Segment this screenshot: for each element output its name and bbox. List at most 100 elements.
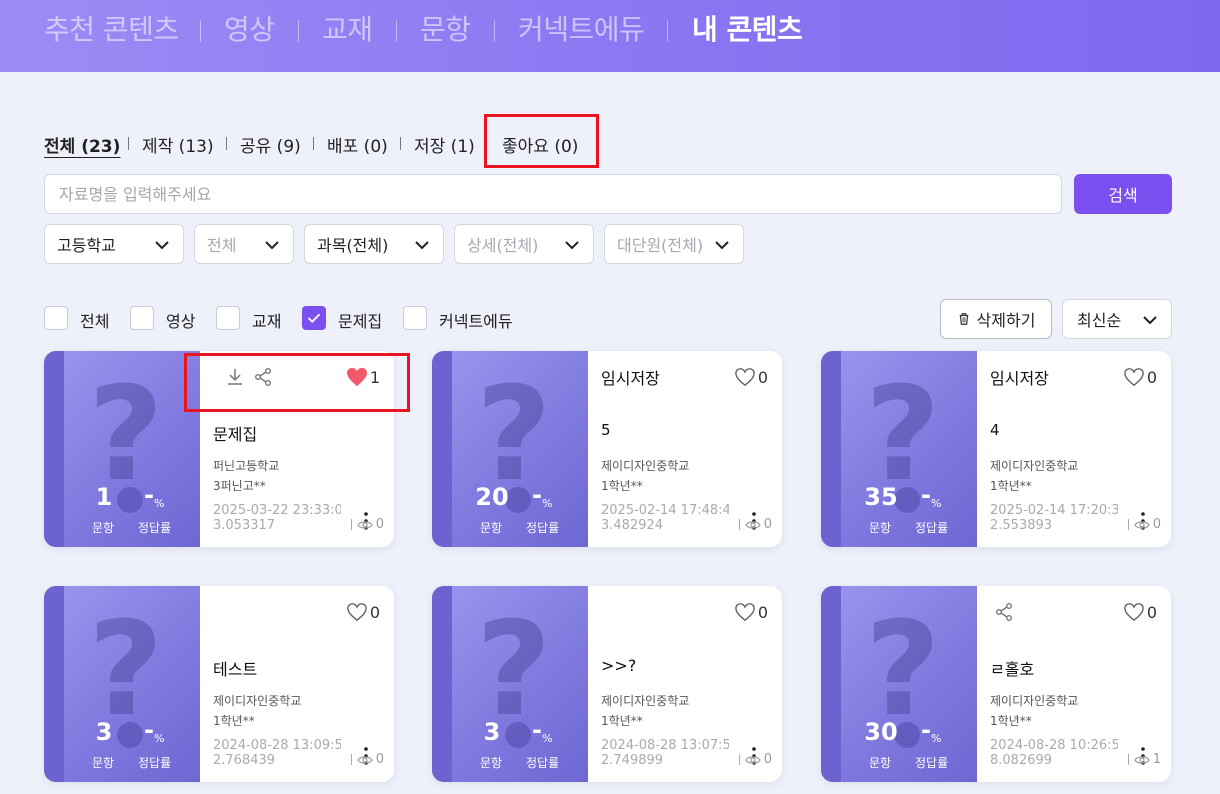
nav-divider — [298, 20, 299, 42]
card-date-fraction: 2.553893 — [990, 518, 1053, 533]
correct-rate: - — [144, 481, 154, 509]
card-title[interactable]: 테스트 — [213, 656, 257, 680]
book-spine — [821, 586, 841, 782]
check-icon — [307, 313, 321, 323]
card-cover[interactable]: ? 1 -% 문항 정답률 — [44, 351, 200, 547]
book-spine — [44, 351, 64, 547]
card-title[interactable]: 문제집 — [213, 421, 257, 445]
unit-select[interactable]: 대단원(전체) — [604, 224, 744, 264]
divider — [738, 754, 740, 765]
view-count-value: 0 — [375, 517, 384, 532]
detail-select[interactable]: 상세(전체) — [454, 224, 594, 264]
card-title[interactable]: 임시저장 — [990, 365, 1049, 389]
checkbox-textbook[interactable] — [216, 306, 240, 330]
school-level-select[interactable]: 고등학교 — [44, 224, 184, 264]
card-date-fraction: 2.768439 — [213, 753, 276, 768]
card-cover[interactable]: ? 3 -% 문항 정답률 — [44, 586, 200, 782]
nav-item-recommended[interactable]: 추천 콘텐츠 — [44, 8, 179, 48]
top-nav: 추천 콘텐츠 영상 교재 문항 커넥트에듀 내 콘텐츠 — [0, 0, 1220, 72]
checkbox-connectedu[interactable] — [403, 306, 427, 330]
question-count: 30 — [864, 718, 898, 746]
highlight-box — [484, 114, 599, 168]
card-date: 2025-02-14 17:20:3 — [990, 503, 1118, 518]
nav-item-my-content[interactable]: 내 콘텐츠 — [692, 8, 803, 48]
card-title[interactable]: >>? — [601, 656, 636, 675]
view-count: 0 — [350, 517, 384, 532]
like-button[interactable]: 0 — [734, 602, 768, 622]
correct-rate-label: 정답률 — [138, 521, 172, 535]
card-info: 0 ㄹ홀호 제이디자인중학교 1학년** 2024-08-28 10:26:5 8.082… — [989, 586, 1171, 782]
trash-icon — [959, 313, 968, 325]
percent-sign: % — [154, 497, 165, 510]
percent-sign: % — [542, 732, 553, 745]
book-spine — [821, 351, 841, 547]
content-card[interactable]: ? 20-% 문항 정답률 0 임시저장 5 제이디자인중학교 1학년** 2025-02-14 … — [432, 351, 782, 547]
correct-rate: - — [144, 716, 154, 744]
heart-outline-icon — [734, 603, 755, 622]
card-info: 0 테스트 제이디자인중학교 1학년** 2024-08-28 13:09:5 2.768… — [212, 586, 394, 782]
checkbox-workbook[interactable] — [302, 306, 326, 330]
card-grade: 1학년** — [990, 714, 1032, 728]
content-card[interactable]: ? 30-% 문항 정답률 0 ㄹ홀호 제이디자인중학교 1학년** 2024-08-28 10… — [821, 586, 1171, 782]
view-count: 0 — [1127, 517, 1161, 532]
nav-item-textbook[interactable]: 교재 — [322, 8, 373, 48]
chevron-down-icon — [155, 241, 169, 250]
correct-rate-label: 정답률 — [915, 756, 949, 770]
placeholder-question-icon: ? — [476, 593, 552, 745]
like-button[interactable]: 0 — [346, 602, 380, 622]
nav-item-connectedu[interactable]: 커넥트에듀 — [518, 8, 645, 48]
like-button[interactable]: 0 — [1123, 367, 1157, 387]
content-card[interactable]: ? 3 -% 문항 정답률 0 테스트 제이디자인중학교 1학년** 2024-08-28 13:… — [44, 586, 394, 782]
card-subtitle: 4 — [990, 421, 1000, 439]
nav-item-questions[interactable]: 문항 — [420, 8, 471, 48]
grade-select[interactable]: 전체 — [194, 224, 294, 264]
highlight-box — [184, 353, 410, 412]
tab-distributed[interactable]: 배포 (0) — [327, 132, 388, 157]
checkbox-all[interactable] — [44, 306, 68, 330]
nav-item-video[interactable]: 영상 — [224, 8, 275, 48]
like-button[interactable]: 0 — [1123, 602, 1157, 622]
card-school: 제이디자인중학교 — [990, 459, 1079, 473]
like-button[interactable]: 0 — [734, 367, 768, 387]
content-card[interactable]: ? 3 -% 문항 정답률 0 >>? 제이디자인중학교 1학년** 2024-08-28 13:… — [432, 586, 782, 782]
tab-shared[interactable]: 공유 (9) — [240, 132, 301, 157]
card-title[interactable]: ㄹ홀호 — [990, 656, 1034, 680]
chevron-down-icon — [715, 241, 729, 250]
placeholder-question-icon: ? — [865, 593, 941, 745]
book-spine — [432, 351, 452, 547]
view-count: 1 — [1127, 752, 1161, 767]
nav-divider — [200, 20, 201, 42]
subject-select[interactable]: 과목(전체) — [304, 224, 444, 264]
card-cover[interactable]: ? 3 -% 문항 정답률 — [432, 586, 588, 782]
content-card[interactable]: ? 35-% 문항 정답률 0 임시저장 4 제이디자인중학교 1학년** 2025-02-14 … — [821, 351, 1171, 547]
divider — [350, 519, 352, 530]
tab-created[interactable]: 제작 (13) — [142, 132, 214, 157]
tab-divider — [313, 137, 314, 150]
tab-all[interactable]: 전체 (23) — [44, 132, 120, 157]
search-input[interactable] — [44, 174, 1062, 214]
question-count-label: 문항 — [869, 756, 892, 770]
card-cover[interactable]: ? 30-% 문항 정답률 — [821, 586, 977, 782]
checkbox-video[interactable] — [130, 306, 154, 330]
card-cover[interactable]: ? 35-% 문항 정답률 — [821, 351, 977, 547]
card-grade: 1학년** — [990, 479, 1032, 493]
tab-saved[interactable]: 저장 (1) — [414, 132, 475, 157]
card-school: 제이디자인중학교 — [213, 694, 302, 708]
view-count: 0 — [350, 752, 384, 767]
correct-rate-label: 정답률 — [526, 521, 560, 535]
divider — [1127, 519, 1129, 530]
card-school: 제이디자인중학교 — [990, 694, 1079, 708]
eye-icon — [745, 755, 761, 764]
chevron-down-icon — [1143, 316, 1157, 325]
search-button[interactable]: 검색 — [1074, 174, 1172, 214]
share-icon[interactable] — [995, 602, 1013, 622]
divider — [738, 519, 740, 530]
delete-button[interactable]: 삭제하기 — [940, 299, 1052, 339]
card-title[interactable]: 임시저장 — [601, 365, 660, 389]
like-count: 0 — [369, 602, 380, 622]
card-date-fraction: 3.053317 — [213, 518, 276, 533]
card-grade: 3퍼닌고** — [213, 479, 266, 493]
card-cover[interactable]: ? 20-% 문항 정답률 — [432, 351, 588, 547]
view-count: 0 — [738, 752, 772, 767]
sort-select[interactable]: 최신순 — [1062, 299, 1172, 339]
